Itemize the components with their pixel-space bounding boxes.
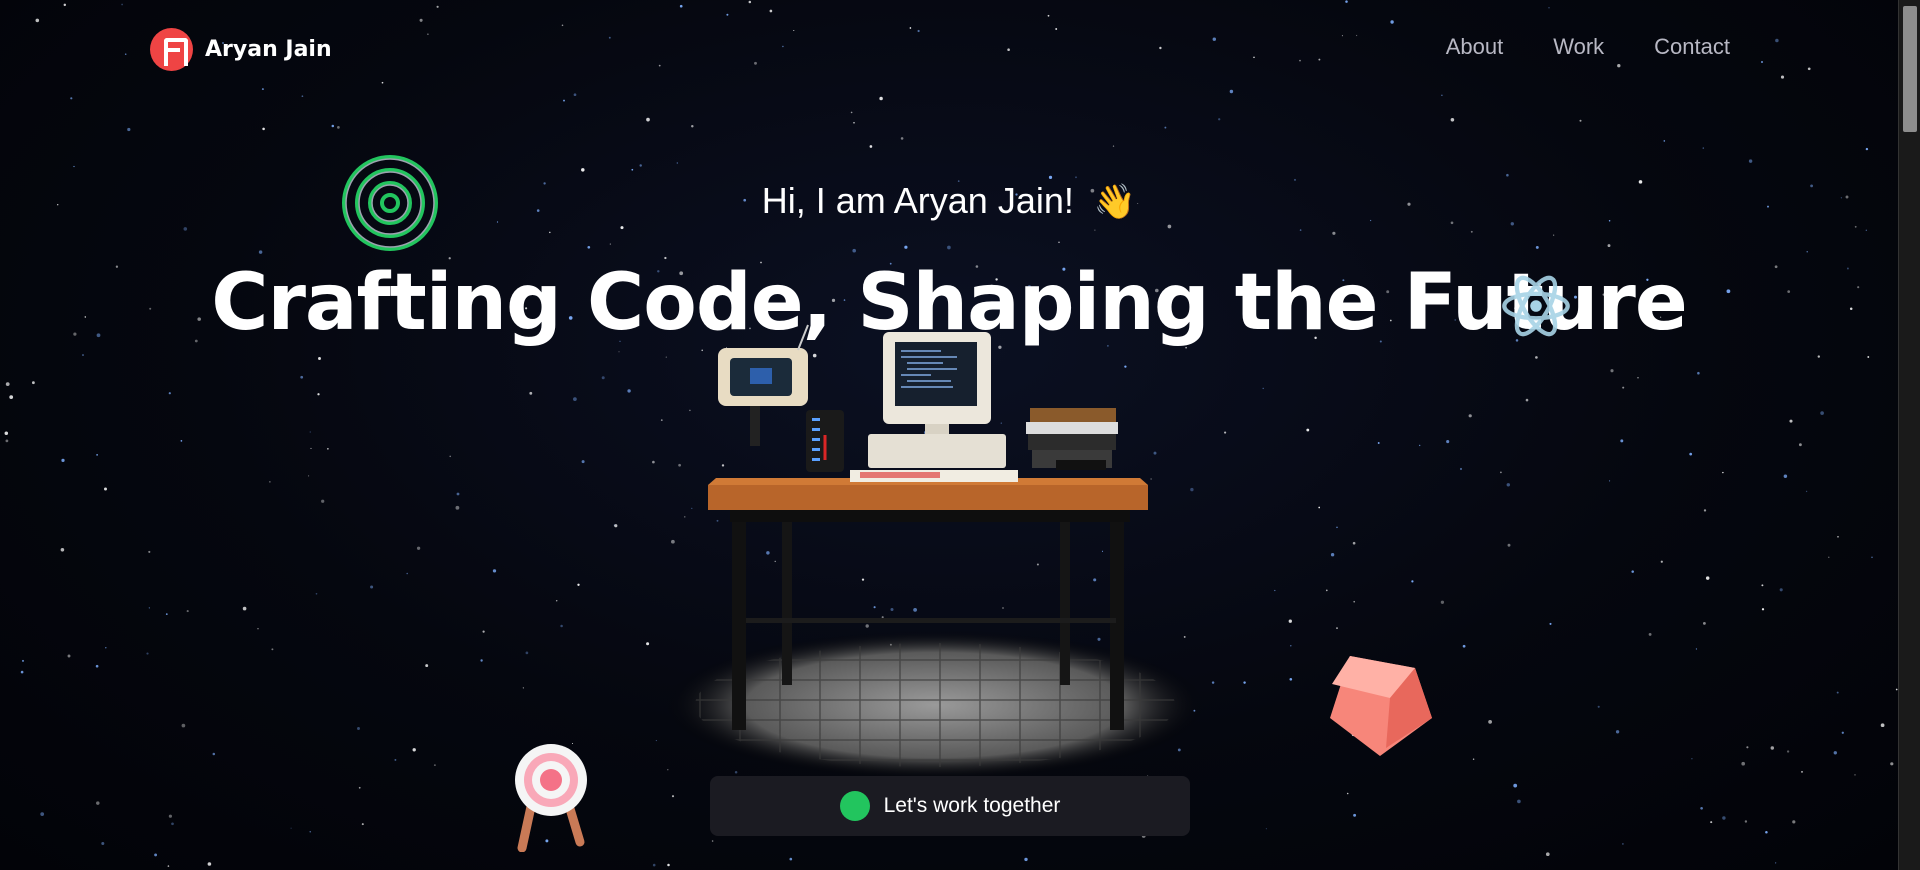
archery-target-icon	[515, 744, 587, 852]
nav-link-about[interactable]: About	[1446, 34, 1504, 60]
nav-link-work[interactable]: Work	[1553, 34, 1604, 60]
page-scrollbar[interactable]	[1898, 0, 1920, 870]
scrollbar-thumb[interactable]	[1903, 6, 1917, 132]
status-dot	[839, 791, 870, 821]
nav-link-contact[interactable]: Contact	[1654, 34, 1730, 60]
greeting-text: Hi, I am Aryan Jain!	[761, 180, 1074, 221]
waving-hand-icon: 👋	[1093, 183, 1137, 221]
cta-label: Let's work together	[883, 794, 1061, 817]
brand-home-link[interactable]: Aryan Jain	[150, 28, 332, 71]
hero-section: Aryan Jain About Work Contact Hi, I am A…	[0, 0, 1898, 870]
nav-links: About Work Contact	[1446, 34, 1730, 60]
lets-work-together-button[interactable]: Let's work together	[710, 776, 1190, 836]
brand-name: Aryan Jain	[205, 37, 332, 62]
a-letter-logo-icon	[150, 28, 193, 71]
hero-greeting: Hi, I am Aryan Jain! 👋	[0, 180, 1898, 222]
top-navbar: Aryan Jain About Work Contact	[0, 0, 1898, 100]
pink-cube-icon	[1330, 656, 1432, 756]
retro-desk-illustration	[665, 324, 1205, 780]
react-atom-icon	[1502, 275, 1570, 337]
